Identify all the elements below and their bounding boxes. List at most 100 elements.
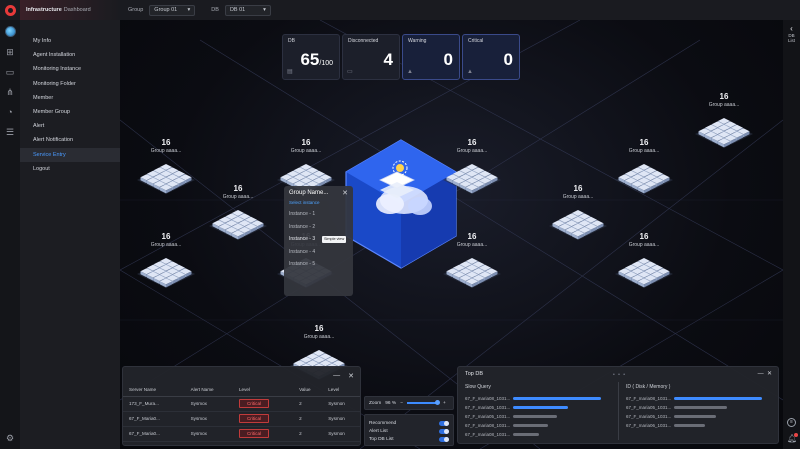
notification-dot: [794, 433, 798, 437]
table-row[interactable]: 67_F_Maria0... Sysmox Critical 2 Sysmon: [123, 426, 360, 442]
alert-list-panel: — ✕ Server Name Alert Name Level Value Level…: [122, 366, 361, 446]
top-db-controls: — ✕: [758, 370, 772, 377]
disk-memory-header: ID ( Disk / Memory ): [626, 384, 671, 390]
instance-item[interactable]: Instance - 1: [289, 208, 348, 221]
db-cluster-icon: [443, 164, 501, 194]
list-icon[interactable]: ☰: [5, 127, 15, 137]
menu-item-agent-installation[interactable]: Agent Installation: [20, 48, 120, 62]
stack-icon[interactable]: ≡: [787, 418, 796, 427]
toggle-switch[interactable]: [439, 436, 449, 442]
critical-icon: ▲: [467, 69, 473, 75]
zoom-in-button[interactable]: +: [443, 401, 446, 406]
menu-item-alert-notification[interactable]: Alert Notification: [20, 133, 120, 147]
menu-item-member-group[interactable]: Member Group: [20, 105, 120, 119]
group-node[interactable]: 16Group aaaa...: [684, 92, 764, 150]
table-cell: Sysmon: [322, 396, 360, 412]
simple-view-tooltip[interactable]: Simple view: [322, 236, 347, 244]
menu-item-monitoring-folder[interactable]: Monitoring Folder: [20, 77, 120, 91]
top-db-row[interactable]: 67_F_maria08_1031...: [626, 394, 762, 402]
minimize-icon[interactable]: —: [758, 371, 764, 377]
top-db-row[interactable]: 67_F_maria08_1031...: [465, 430, 540, 438]
top-db-row[interactable]: 67_F_maria05_1031...: [465, 412, 557, 420]
stat-value: 0: [503, 50, 513, 69]
status-badge: Critical: [238, 399, 270, 408]
top-db-row[interactable]: 67_F_maria05_1031...: [626, 412, 717, 420]
group-count: 16: [467, 138, 477, 147]
menu-item-monitoring-instance[interactable]: Monitoring Instance: [20, 62, 120, 76]
instance-label: Instance - 5: [289, 261, 316, 268]
group-count: 16: [467, 232, 477, 241]
stat-card-db[interactable]: DB 65/100 ▤: [282, 34, 340, 80]
top-db-row[interactable]: 67_F_maria08_1031...: [465, 421, 549, 429]
chevron-left-icon[interactable]: ‹: [783, 24, 800, 33]
table-row[interactable]: 173_F_Mura... Sysmox Critical 2 Sysmon: [123, 396, 360, 412]
column-header[interactable]: Level: [232, 384, 294, 397]
topology-icon[interactable]: ⋔: [5, 87, 15, 97]
instance-item[interactable]: Instance - 4: [289, 246, 348, 259]
menu-item-logout[interactable]: Logout: [20, 162, 120, 176]
column-header[interactable]: Alert Name: [184, 384, 233, 397]
table-cell: 173_F_Mura...: [123, 396, 185, 412]
group-name: Group aaaa...: [562, 194, 594, 200]
zoom-out-button[interactable]: −: [400, 401, 403, 406]
group-name: Group aaaa...: [150, 242, 182, 248]
app-title: Infrastructure Dashboard: [20, 0, 120, 20]
group-name: Group aaaa...: [456, 148, 488, 154]
table-row[interactable]: 67_F_Maria0... Sysmox Critical 2 Sysmon: [123, 411, 360, 427]
menu-item-member[interactable]: Member: [20, 91, 120, 105]
db-name: 67_F_maria05_1031...: [626, 413, 672, 419]
zoom-control: Zoom 96 % − +: [364, 396, 454, 410]
top-db-row[interactable]: 67_F_maria05_1031...: [626, 403, 727, 411]
stat-card-critical[interactable]: Critical 0 ▲: [462, 34, 520, 80]
db-select[interactable]: DB 01 ▾: [224, 4, 271, 16]
stat-value: 65/100: [300, 50, 333, 69]
dashboard-icon[interactable]: ⊞: [5, 47, 15, 57]
db-name: 67_F_maria05_1031...: [465, 404, 511, 410]
group-count: 16: [639, 138, 649, 147]
group-count: 16: [233, 184, 243, 193]
monitor-icon[interactable]: ▭: [5, 67, 15, 77]
stat-card-disconnected[interactable]: Disconnected 4 ▭: [342, 34, 400, 80]
menu-item-service-entry[interactable]: Service Entry: [20, 147, 120, 162]
top-db-row[interactable]: 67_F_maria06_1031...: [626, 421, 705, 429]
close-icon[interactable]: ✕: [348, 372, 354, 380]
instance-label: Instance - 1: [289, 211, 316, 217]
instance-item[interactable]: Instance - 2: [289, 221, 348, 234]
value-bar: [513, 414, 557, 418]
db-list-toggle[interactable]: DB List: [787, 33, 797, 43]
pager-dots[interactable]: • • •: [613, 372, 626, 378]
avatar[interactable]: [4, 26, 16, 37]
clock-icon[interactable]: ◔: [5, 107, 15, 117]
zoom-handle[interactable]: [435, 400, 441, 405]
minimize-icon[interactable]: —: [333, 372, 340, 379]
db-name: 67_F_maria05_1031...: [465, 413, 511, 419]
zoom-slider[interactable]: [407, 400, 441, 405]
group-filter-label: Group: [128, 7, 144, 13]
top-db-row[interactable]: 67_F_maria05_1031...: [465, 403, 568, 411]
menu-item-my-info[interactable]: My Info: [20, 34, 120, 48]
stat-card-warning[interactable]: Warning 0 ▲: [402, 34, 460, 80]
settings-icon[interactable]: ⚙: [5, 433, 15, 443]
group-node[interactable]: 16Group aaaa...: [432, 138, 512, 196]
app-logo[interactable]: [0, 0, 20, 20]
column-header[interactable]: Server Name: [123, 384, 185, 397]
toggle-switch[interactable]: [439, 420, 449, 426]
group-node[interactable]: 16Group aaaa...: [604, 232, 684, 290]
group-node[interactable]: 16Group aaaa...: [126, 138, 206, 196]
group-select[interactable]: Group 01 ▾: [149, 4, 196, 16]
table-cell: 2: [293, 411, 323, 427]
instance-item[interactable]: Instance - 5: [289, 258, 348, 271]
layer-toggles: Recommend Alert List Top DB List: [364, 414, 454, 446]
column-header[interactable]: Level: [322, 384, 360, 397]
group-node[interactable]: 16Group aaaa...: [126, 232, 206, 290]
top-db-row[interactable]: 67_F_maria08_1031...: [465, 394, 601, 402]
column-header[interactable]: Value: [293, 384, 323, 397]
menu-item-alert[interactable]: Alert: [20, 119, 120, 133]
toggle-label: Alert List: [369, 428, 388, 434]
group-count: 16: [301, 138, 311, 147]
group-node[interactable]: 16Group aaaa...: [432, 232, 512, 290]
toggle-switch[interactable]: [439, 428, 449, 434]
close-icon[interactable]: ✕: [767, 371, 772, 377]
instance-item[interactable]: Instance - 3 Simple view: [289, 233, 348, 246]
close-icon[interactable]: ✕: [342, 189, 348, 197]
